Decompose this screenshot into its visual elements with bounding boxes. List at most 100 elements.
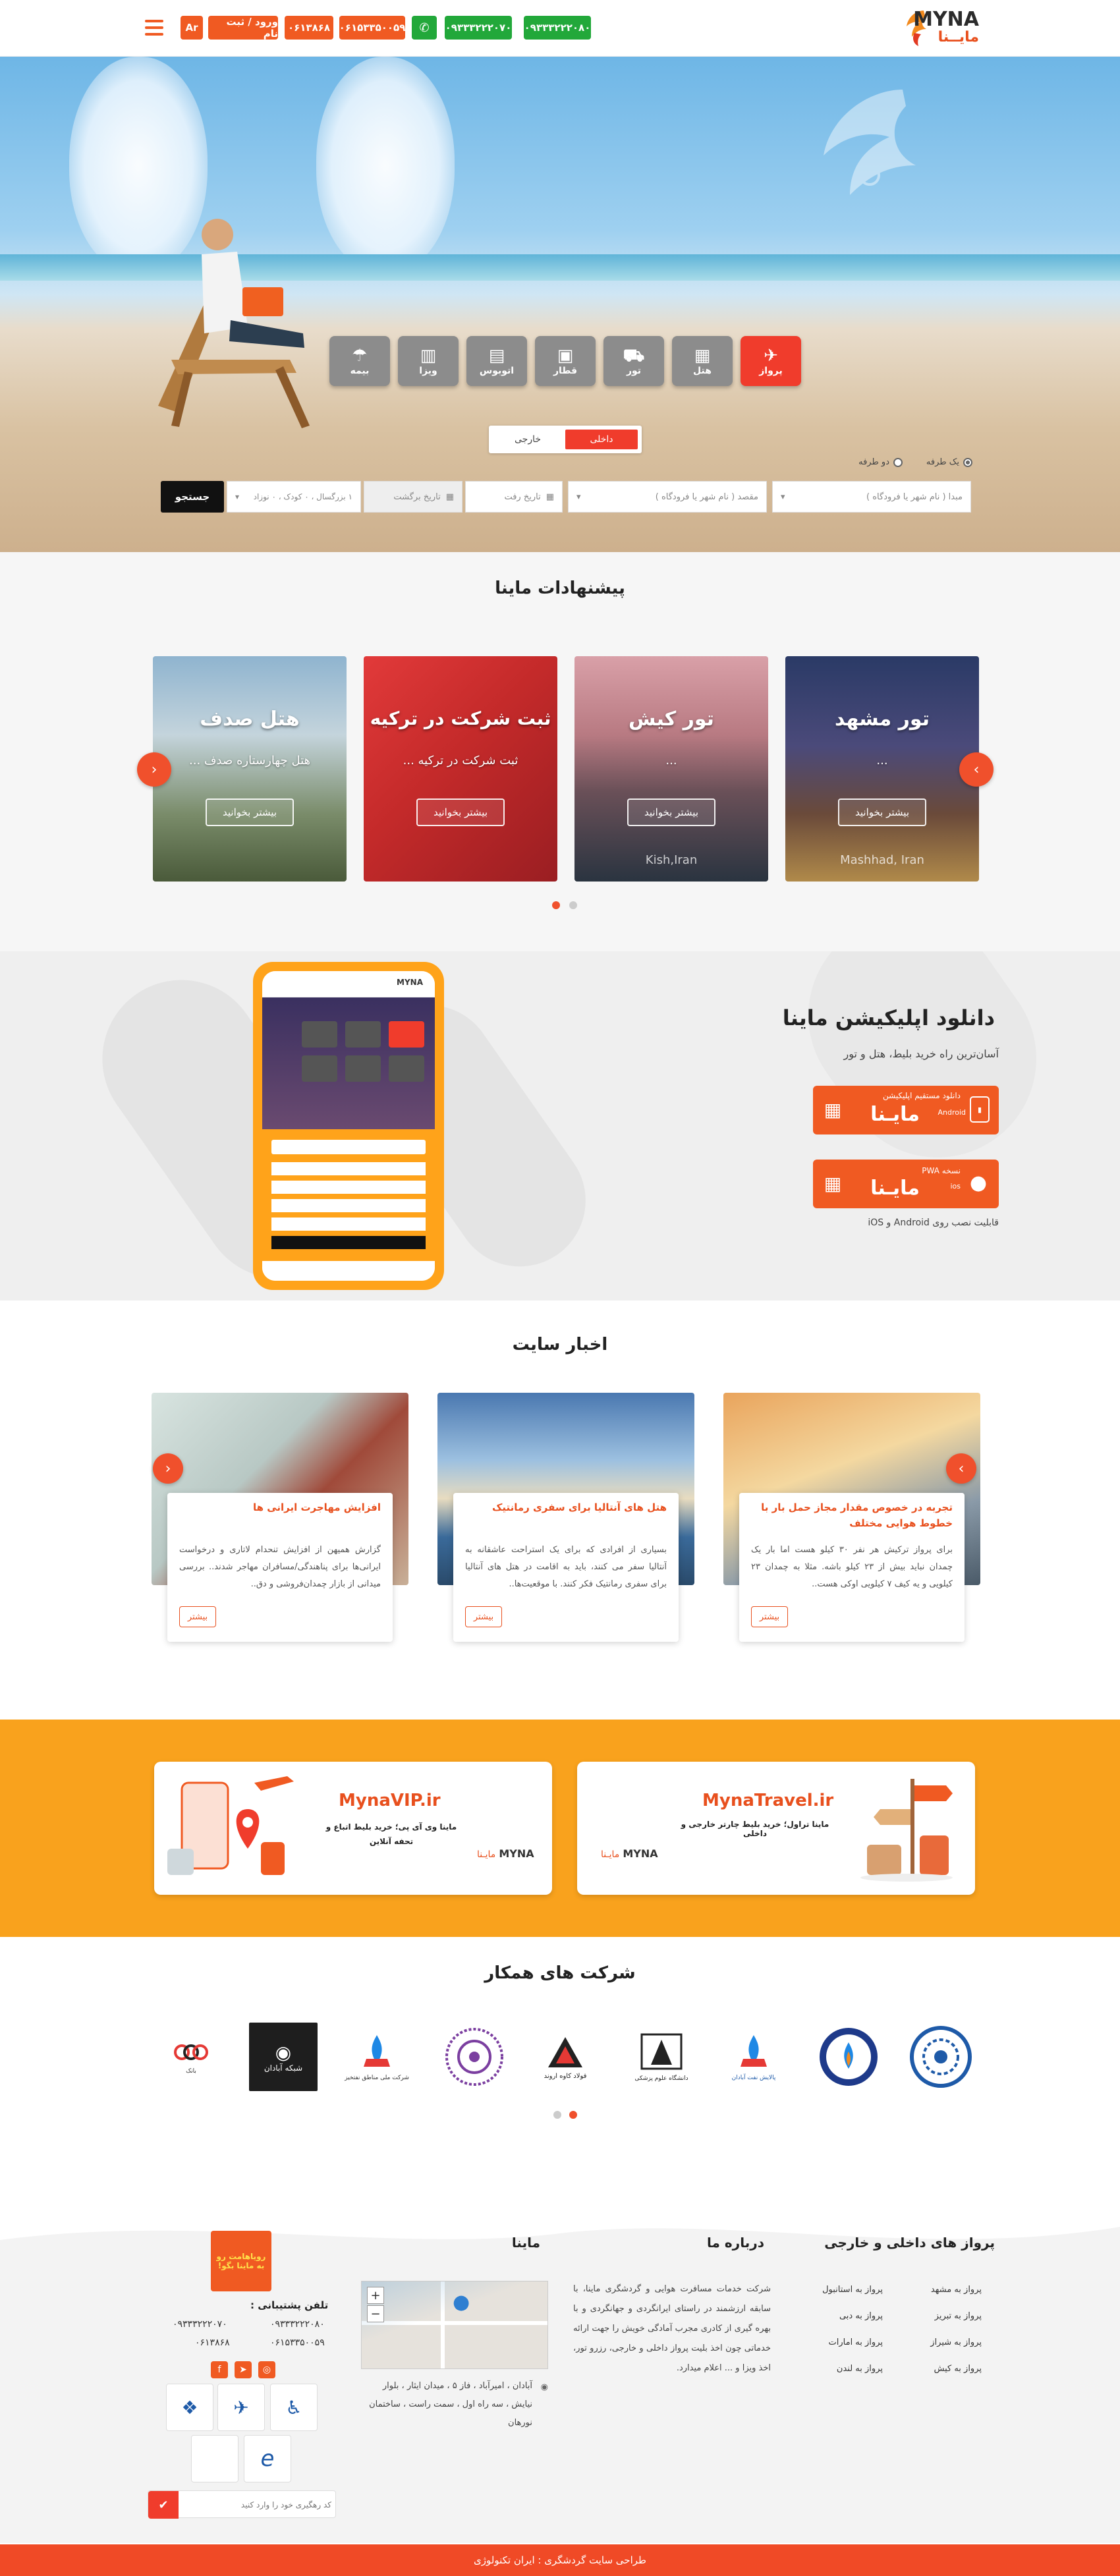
phone-logo-text: MYNA <box>397 978 423 987</box>
footer-map[interactable]: ● + − <box>361 2281 548 2369</box>
footer-flight-link[interactable]: پرواز به استانبول <box>822 2285 883 2295</box>
phone-3-text: ۰۶۱۵۳۳۵۰۰۵۹ <box>339 22 406 34</box>
partner-logo[interactable] <box>814 2023 883 2091</box>
partner-logo[interactable]: بانک <box>157 2023 225 2091</box>
depart-date-field[interactable]: ▦ تاریخ رفت <box>465 481 563 513</box>
partner-logo[interactable]: دانشگاه علوم پزشکی <box>627 2023 696 2091</box>
trust-badge[interactable]: ✈ <box>217 2384 265 2431</box>
phone-button-3[interactable]: ۰۶۱۵۳۳۵۰۰۵۹ <box>339 16 405 40</box>
partner-logo[interactable]: شرکت ملی مناطق نفتخیز <box>343 2023 411 2091</box>
offer-card-sadaf-hotel[interactable]: هتل صدف هتل چهارستاره صدف ... بیشتر بخوا… <box>153 656 347 882</box>
offer-more-button[interactable]: بیشتر بخوانید <box>206 798 294 826</box>
destination-field[interactable]: مقصد ( نام شهر یا فرودگاه ) ▾ <box>568 481 767 513</box>
service-visa-button[interactable]: ▥ ویزا <box>398 336 459 386</box>
enamad-badge[interactable]: e <box>244 2435 291 2482</box>
news-more-button[interactable]: بیشتر <box>465 1606 502 1627</box>
partners-dot-active[interactable] <box>569 2111 577 2119</box>
footer-flight-link[interactable]: پرواز به امارات <box>829 2338 883 2347</box>
offer-card-mashhad[interactable]: تور مشهد ... بیشتر بخوانید Mashhad, Iran <box>785 656 979 882</box>
origin-field[interactable]: مبدا ( نام شهر یا فرودگاه ) ▾ <box>772 481 971 513</box>
news-next-arrow[interactable]: › <box>946 1453 976 1484</box>
instagram-icon[interactable]: ◎ <box>258 2361 275 2378</box>
language-button[interactable]: Ar <box>181 16 203 40</box>
footer-credit[interactable]: طراحی سایت گردشگری : ایران تکنولوژی <box>474 2554 646 2566</box>
news-headline[interactable]: افزایش مهاجرت ایرانی ها <box>179 1499 381 1532</box>
trip-round-radio[interactable]: دو طرفه <box>858 457 903 467</box>
partners-section: شرکت های همکار پالایش نفت آبادان دانشگاه… <box>0 1937 1120 2200</box>
partner-logo[interactable]: فولاد کاوه اروند <box>531 2023 600 2091</box>
trust-badge[interactable]: ♿ <box>270 2384 318 2431</box>
site-logo[interactable]: MYNA مایــنا <box>896 5 995 50</box>
footer-credit-bar: طراحی سایت گردشگری : ایران تکنولوژی <box>0 2544 1120 2576</box>
tab-foreign[interactable]: خارجی <box>493 430 563 449</box>
hamburger-menu-icon[interactable] <box>142 16 166 40</box>
mynavip-banner[interactable]: MynaVIP.ir ماینا وی آی پی؛ خرید بلیط اتب… <box>154 1762 552 1895</box>
news-more-button[interactable]: بیشتر <box>179 1606 216 1627</box>
offers-prev-arrow[interactable]: ‹ <box>137 752 171 787</box>
trip-oneway-radio[interactable]: یک طرفه <box>926 457 972 467</box>
offers-dot[interactable] <box>569 901 577 909</box>
partner-emblem-icon <box>910 2026 972 2088</box>
login-button[interactable]: ورود / ثبت نام <box>208 16 278 40</box>
tracking-submit-button[interactable]: ✔ <box>148 2491 179 2519</box>
news-card[interactable]: تجربه در خصوص مقدار مجاز حمل بار با خطوط… <box>723 1393 980 1643</box>
news-headline[interactable]: تجربه در خصوص مقدار مجاز حمل بار با خطوط… <box>751 1499 953 1532</box>
offer-more-button[interactable]: بیشتر بخوانید <box>627 798 715 826</box>
news-headline[interactable]: هتل های آنتالیا برای سفری رمانتیک <box>465 1499 667 1532</box>
mynatravel-banner[interactable]: MynaTravel.ir ماینا تراول؛ خرید بلیط چار… <box>577 1762 975 1895</box>
partner-logo[interactable] <box>907 2023 975 2091</box>
tab-domestic[interactable]: داخلی <box>565 430 638 449</box>
service-train-button[interactable]: ▣ قطار <box>535 336 596 386</box>
footer-flight-link[interactable]: پرواز به لندن <box>837 2364 883 2374</box>
phone-button-1[interactable]: ۰۹۳۳۳۲۲۲۰۸۰ <box>524 16 591 40</box>
footer-support-phone[interactable]: ۰۶۱۳۸۶۸ <box>195 2338 230 2348</box>
passengers-field[interactable]: ۱ بزرگسال ، ۰ کودک ، ۰ نوزاد ▾ <box>227 481 361 513</box>
news-more-button[interactable]: بیشتر <box>751 1606 788 1627</box>
footer-flight-link[interactable]: پرواز به شیراز <box>930 2338 982 2347</box>
search-button[interactable]: جستجو <box>161 481 224 513</box>
offers-next-arrow[interactable]: › <box>959 752 994 787</box>
map-zoom-out-button[interactable]: − <box>367 2305 384 2322</box>
service-flight-button[interactable]: ✈ پرواز <box>741 336 801 386</box>
partners-dot[interactable] <box>553 2111 561 2119</box>
offer-more-button[interactable]: بیشتر بخوانید <box>838 798 926 826</box>
phone-button-2[interactable]: ۰۹۳۳۳۲۲۲۰۷۰ <box>445 16 512 40</box>
trust-badge[interactable]: ❖ <box>166 2384 213 2431</box>
mynatravel-subtitle: ماینا تراول؛ خرید بلیط چارتر خارجی و داخ… <box>681 1820 829 1838</box>
service-hotel-button[interactable]: ▦ هتل <box>672 336 733 386</box>
offers-dot-active[interactable] <box>552 901 560 909</box>
partner-emblem-icon <box>820 2028 878 2086</box>
news-prev-arrow[interactable]: ‹ <box>153 1453 183 1484</box>
partner-logo[interactable] <box>440 2023 509 2091</box>
service-bus-label: اتوبوس <box>479 366 515 376</box>
telegram-icon[interactable]: ➤ <box>235 2361 252 2378</box>
tracking-input[interactable] <box>186 2495 331 2515</box>
offer-more-button[interactable]: بیشتر بخوانید <box>416 798 505 826</box>
android-brand: مایـنا <box>870 1103 920 1126</box>
samandehi-badge[interactable] <box>191 2435 238 2482</box>
phone-button-4[interactable]: ۰۶۱۳۸۶۸ <box>285 16 333 40</box>
ios-qr-button[interactable]: ▦ <box>814 1165 851 1202</box>
facebook-icon[interactable]: f <box>211 2361 228 2378</box>
footer-flight-link[interactable]: پرواز به کیش <box>934 2364 982 2374</box>
footer-support-phone[interactable]: ۰۹۳۳۳۲۲۲۰۸۰ <box>270 2319 325 2330</box>
partner-logo[interactable]: پالایش نفت آبادان <box>719 2023 788 2091</box>
service-bus-button[interactable]: ▤ اتوبوس <box>466 336 527 386</box>
partner-logo[interactable]: ◉ شبکه آبادان <box>249 2023 318 2091</box>
footer-support-phone[interactable]: ۰۹۳۳۳۲۲۲۰۷۰ <box>173 2319 227 2330</box>
footer-flight-link[interactable]: پرواز به تبریز <box>935 2311 982 2321</box>
news-card[interactable]: هتل های آنتالیا برای سفری رمانتیک بسیاری… <box>437 1393 694 1643</box>
enamad-icon: e <box>260 2446 275 2472</box>
service-tour-button[interactable]: ⛟ تور <box>603 336 664 386</box>
news-card[interactable]: افزایش مهاجرت ایرانی ها گزارش همیهن از ا… <box>152 1393 408 1643</box>
footer-flight-link[interactable]: پرواز به مشهد <box>931 2285 982 2295</box>
footer-support-phone[interactable]: ۰۶۱۵۳۳۵۰۰۵۹ <box>270 2338 325 2348</box>
map-zoom-in-button[interactable]: + <box>367 2287 384 2304</box>
whatsapp-button[interactable]: ✆ <box>412 16 437 40</box>
offer-card-turkey[interactable]: ثبت شرکت در ترکیه ثبت شرکت در ترکیه ... … <box>364 656 557 882</box>
return-date-field[interactable]: ▦ تاریخ برگشت <box>364 481 462 513</box>
offer-card-kish[interactable]: تور کیش ... بیشتر بخوانید Kish,Iran <box>574 656 768 882</box>
service-insurance-button[interactable]: ☂ بیمه <box>329 336 390 386</box>
footer-flight-link[interactable]: پرواز به دبی <box>839 2311 883 2321</box>
android-qr-button[interactable]: ▦ <box>814 1091 851 1128</box>
